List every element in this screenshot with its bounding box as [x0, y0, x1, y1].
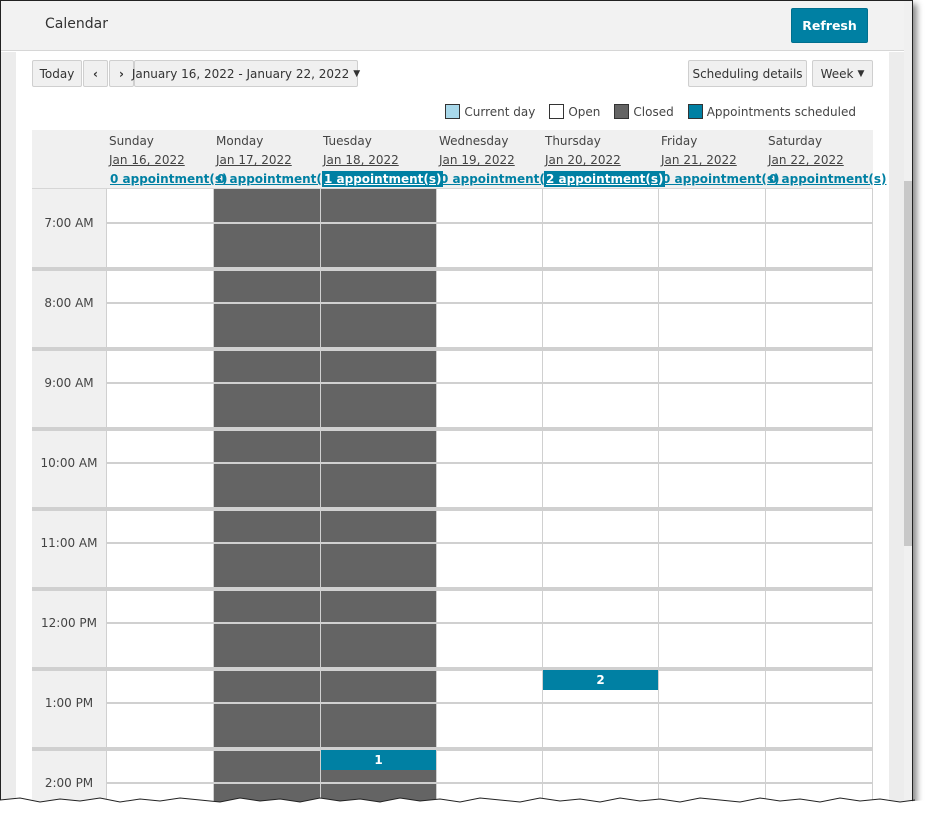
day-date-link[interactable]: Jan 16, 2022 [109, 153, 185, 167]
hour-label: 1:00 PM [44, 696, 94, 710]
day-date-link[interactable]: Jan 19, 2022 [439, 153, 515, 167]
half-hour-divider [106, 622, 873, 624]
day-header-sunday: Sunday Jan 16, 2022 0 appointment(s) [106, 130, 227, 189]
appointments-link[interactable]: 0 appointment(s) [215, 171, 336, 187]
legend-label: Open [568, 104, 601, 119]
legend-swatch [614, 104, 630, 119]
day-name: Monday [216, 134, 264, 148]
refresh-button[interactable]: Refresh [791, 8, 868, 43]
half-hour-divider [106, 462, 873, 464]
legend-item: Appointments scheduled [687, 104, 856, 119]
day-header-wednesday: Wednesday Jan 19, 2022 0 appointment(s) [436, 130, 557, 189]
view-label: Week [820, 66, 854, 81]
prev-week-button[interactable]: ‹ [83, 60, 108, 87]
hour-label: 7:00 AM [44, 216, 94, 230]
time-column [32, 189, 106, 804]
half-hour-divider [106, 542, 873, 544]
legend: Current day Open Closed Appointments schedu… [431, 104, 856, 119]
day-date-link[interactable]: Jan 20, 2022 [545, 153, 621, 167]
next-week-button[interactable]: › [109, 60, 134, 87]
legend-label: Closed [633, 104, 674, 119]
closed-day-column [213, 189, 320, 804]
view-dropdown[interactable]: Week ▼ [812, 60, 873, 87]
page-title: Calendar [45, 16, 108, 32]
legend-item: Open [549, 104, 600, 119]
legend-label: Appointments scheduled [706, 104, 856, 119]
chevron-down-icon: ▼ [857, 68, 865, 79]
appointment-block[interactable]: 2 [543, 670, 658, 690]
day-divider [106, 189, 107, 804]
hour-label: 11:00 AM [40, 536, 98, 550]
left-gutter [1, 52, 16, 804]
today-button[interactable]: Today [32, 60, 82, 87]
day-header-saturday: Saturday Jan 22, 2022 0 appointment(s) [765, 130, 886, 189]
legend-swatch [445, 104, 461, 119]
half-hour-divider [106, 302, 873, 304]
scrollbar-thumb[interactable] [904, 181, 912, 546]
half-hour-divider [106, 782, 873, 784]
hour-divider [32, 587, 873, 591]
legend-label: Current day [464, 104, 536, 119]
day-name: Thursday [545, 134, 601, 148]
day-divider [765, 189, 766, 804]
appointments-link[interactable]: 1 appointment(s) [322, 171, 444, 187]
appointments-link[interactable]: 0 appointment(s) [660, 171, 781, 187]
half-hour-divider [106, 702, 873, 704]
hour-divider [32, 747, 873, 751]
hour-label: 12:00 PM [41, 616, 97, 630]
day-divider [213, 189, 214, 804]
day-date-link[interactable]: Jan 18, 2022 [323, 153, 399, 167]
hour-divider [32, 267, 873, 271]
legend-swatch [549, 104, 565, 119]
appointment-block[interactable]: 1 [321, 750, 436, 770]
hour-label: 2:00 PM [44, 776, 94, 790]
app-window: Calendar Refresh Today ‹ › January 16, 2… [0, 0, 913, 804]
chevron-down-icon: ▼ [353, 68, 361, 79]
half-hour-divider [106, 222, 873, 224]
half-hour-divider [106, 382, 873, 384]
day-name: Saturday [768, 134, 823, 148]
hour-divider [32, 427, 873, 431]
day-divider [542, 189, 543, 804]
legend-item: Closed [614, 104, 674, 119]
hour-label: 8:00 AM [44, 296, 94, 310]
chevron-left-icon: ‹ [93, 66, 98, 81]
appointments-link[interactable]: 0 appointment(s) [108, 171, 229, 187]
day-name: Friday [661, 134, 698, 148]
chevron-right-icon: › [119, 66, 124, 81]
right-gutter [889, 52, 904, 804]
closed-day-column [320, 189, 436, 804]
day-date-link[interactable]: Jan 22, 2022 [768, 153, 844, 167]
day-name: Sunday [109, 134, 154, 148]
day-divider [436, 189, 437, 804]
day-header-tuesday: Tuesday Jan 18, 2022 1 appointment(s) [320, 130, 444, 189]
hour-label: 9:00 AM [44, 376, 94, 390]
calendar-grid: 7:00 AM 8:00 AM 9:00 AM 10:00 AM 11:00 AM 12:… [32, 189, 873, 804]
hour-label: 10:00 AM [40, 456, 98, 470]
week-calendar: Sunday Jan 16, 2022 0 appointment(s) Monday… [32, 130, 886, 804]
day-date-link[interactable]: Jan 21, 2022 [661, 153, 737, 167]
calendar-header: Sunday Jan 16, 2022 0 appointment(s) Monday… [32, 130, 886, 189]
day-name: Tuesday [323, 134, 372, 148]
appointments-link[interactable]: 2 appointment(s) [544, 171, 666, 187]
legend-swatch [687, 104, 703, 119]
scheduling-details-button[interactable]: Scheduling details [688, 60, 807, 87]
day-divider [872, 189, 873, 804]
day-divider [658, 189, 659, 804]
day-header-thursday: Thursday Jan 20, 2022 2 appointment(s) [542, 130, 666, 189]
hour-divider [32, 507, 873, 511]
appointments-link[interactable]: 0 appointment(s) [767, 171, 888, 187]
day-name: Wednesday [439, 134, 509, 148]
day-date-link[interactable]: Jan 17, 2022 [216, 153, 292, 167]
hour-divider [32, 347, 873, 351]
hour-divider [32, 667, 873, 671]
day-header-monday: Monday Jan 17, 2022 0 appointment(s) [213, 130, 334, 189]
date-range-dropdown[interactable]: January 16, 2022 - January 22, 2022 ▼ [131, 60, 361, 87]
page-header: Calendar Refresh [1, 1, 904, 51]
day-divider [320, 189, 321, 804]
date-range-label: January 16, 2022 - January 22, 2022 [131, 66, 350, 81]
day-header-friday: Friday Jan 21, 2022 0 appointment(s) [658, 130, 779, 189]
legend-item: Current day [445, 104, 535, 119]
